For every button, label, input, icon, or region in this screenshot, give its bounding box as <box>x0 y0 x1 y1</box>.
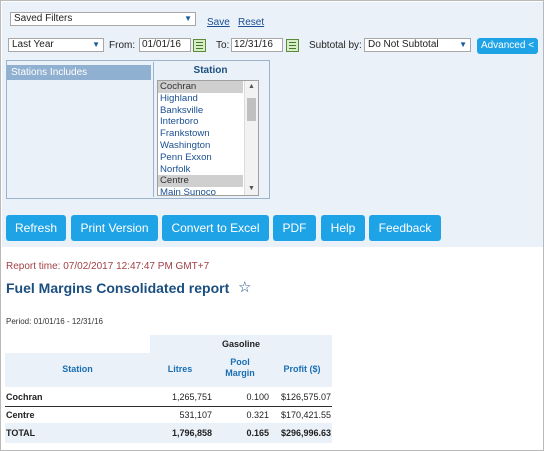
print-version-button[interactable]: Print Version <box>71 215 158 241</box>
from-date-value: 01/01/16 <box>142 39 181 50</box>
station-option[interactable]: Centre <box>158 175 243 188</box>
save-filter-link[interactable]: Save <box>207 17 230 28</box>
to-label: To: <box>216 40 230 51</box>
scroll-down-icon[interactable]: ▼ <box>245 183 258 195</box>
col-header-profit[interactable]: Profit ($) <box>273 364 331 375</box>
station-option[interactable]: Washington <box>158 140 243 152</box>
cell-margin: 0.321 <box>246 410 269 420</box>
cell-litres: 531,107 <box>179 410 212 420</box>
chevron-down-icon: ▼ <box>92 40 100 49</box>
reset-filter-link[interactable]: Reset <box>238 17 264 28</box>
table-row: Cochran 1,265,751 0.100 $126,575.07 <box>5 387 332 407</box>
station-list-scrollbar[interactable]: ▲ ▼ <box>244 81 258 195</box>
subtotal-select[interactable]: Do Not Subtotal ▼ <box>364 38 471 52</box>
station-listbox[interactable]: Cochran Highland Banksville Interboro Franks… <box>157 80 259 196</box>
station-option[interactable]: Main Sunoco <box>158 187 243 195</box>
period-value: Last Year <box>12 39 54 50</box>
table-header: Station Litres Pool Margin Profit ($) <box>5 353 332 387</box>
col-header-pool: Pool <box>230 357 250 367</box>
col-header-margin: Margin <box>225 368 255 378</box>
feedback-button[interactable]: Feedback <box>369 215 441 241</box>
to-date-value: 12/31/16 <box>234 39 273 50</box>
station-list: Cochran Highland Banksville Interboro Franks… <box>158 81 258 195</box>
refresh-button[interactable]: Refresh <box>6 215 66 241</box>
col-header-station[interactable]: Station <box>25 364 130 375</box>
chevron-down-icon: ▼ <box>459 40 467 49</box>
subtotal-value: Do Not Subtotal <box>368 39 439 50</box>
advanced-toggle-button[interactable]: Advanced < <box>477 38 538 54</box>
period-select[interactable]: Last Year ▼ <box>8 38 104 52</box>
col-header-pool-margin[interactable]: Pool Margin <box>213 357 267 379</box>
station-list-header: Station <box>193 65 228 76</box>
scroll-thumb[interactable] <box>247 98 256 121</box>
total-row: TOTAL 1,796,858 0.165 $296,996.63 <box>5 423 332 443</box>
station-option[interactable]: Highland <box>158 93 243 105</box>
calendar-icon[interactable] <box>286 39 299 52</box>
stations-includes-option[interactable]: Stations Includes <box>7 65 151 80</box>
col-header-litres[interactable]: Litres <box>155 364 205 375</box>
cell-profit: $170,421.55 <box>280 410 331 420</box>
subtotal-label: Subtotal by: <box>309 40 362 51</box>
cell-station: Cochran <box>6 392 43 402</box>
star-icon[interactable]: ☆ <box>238 280 251 296</box>
saved-filters-select[interactable]: Saved Filters ▼ <box>10 12 196 26</box>
report-title: Fuel Margins Consolidated report <box>6 280 230 296</box>
from-label: From: <box>109 40 136 51</box>
total-station: TOTAL <box>6 428 36 438</box>
group-header: Gasoline <box>150 335 332 353</box>
pdf-button[interactable]: PDF <box>273 215 316 241</box>
total-litres: 1,796,858 <box>171 428 212 438</box>
total-margin: 0.165 <box>246 428 269 438</box>
to-date-field[interactable]: 12/31/16 <box>231 38 283 52</box>
report-period: Period: 01/01/16 - 12/31/16 <box>6 317 103 326</box>
station-option[interactable]: Banksville <box>158 105 243 117</box>
cell-station: Centre <box>6 410 35 420</box>
convert-to-excel-button[interactable]: Convert to Excel <box>162 215 269 241</box>
station-option[interactable]: Frankstown <box>158 128 243 140</box>
help-button[interactable]: Help <box>321 215 365 241</box>
report-window: Saved Filters ▼ Save Reset Last Year ▼ F… <box>0 0 544 451</box>
from-date-field[interactable]: 01/01/16 <box>139 38 191 52</box>
station-option[interactable]: Cochran <box>158 81 243 93</box>
cell-profit: $126,575.07 <box>280 392 331 402</box>
cell-margin: 0.100 <box>246 392 269 402</box>
cell-litres: 1,265,751 <box>171 392 212 402</box>
station-option[interactable]: Interboro <box>158 116 243 128</box>
calendar-icon[interactable] <box>193 39 206 52</box>
chevron-down-icon: ▼ <box>184 14 192 23</box>
saved-filters-value: Saved Filters <box>14 13 73 24</box>
table-row: Centre 531,107 0.321 $170,421.55 <box>5 405 332 425</box>
report-time: Report time: 07/02/2017 12:47:47 PM GMT+… <box>6 261 210 272</box>
total-profit: $296,996.63 <box>280 428 331 438</box>
scroll-up-icon[interactable]: ▲ <box>245 81 258 93</box>
station-option[interactable]: Penn Exxon <box>158 152 243 164</box>
station-option[interactable]: Norfolk <box>158 164 243 176</box>
